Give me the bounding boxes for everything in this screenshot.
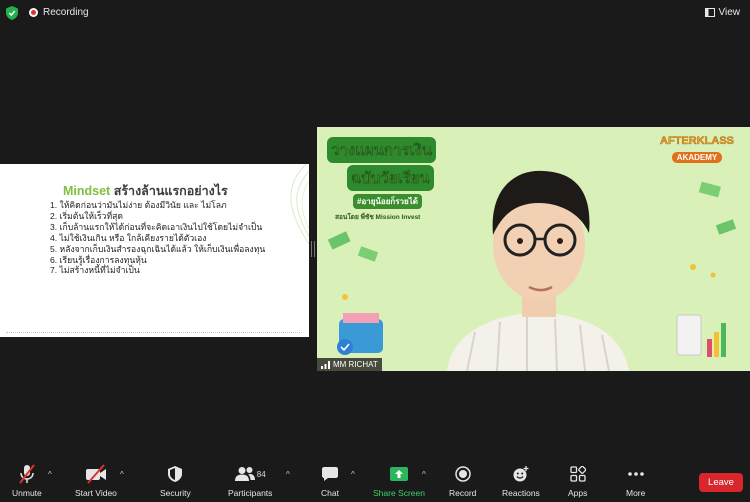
slide-title-th: สร้างล้านแรกอย่างไร <box>110 184 228 198</box>
apps-label: Apps <box>568 488 588 498</box>
participant-video[interactable]: วางแผนการเงิน ฉบับวัยเรียน #อายุน้อยก็รว… <box>317 127 750 371</box>
slide-title-en: Mindset <box>63 184 111 198</box>
logo-bottom-text: AKADEMY <box>671 152 723 163</box>
recording-label: Recording <box>43 7 89 18</box>
top-bar: Recording View <box>0 0 750 26</box>
slide-footer-line <box>6 332 302 333</box>
video-options-chevron-icon[interactable]: ^ <box>120 470 124 479</box>
record-label: Record <box>449 488 477 498</box>
list-item: 7. ไม่สร้างหนี้ที่ไม่จำเป็น <box>50 265 140 276</box>
camera-off-icon <box>85 464 107 484</box>
banner-line-2: ฉบับวัยเรียน <box>347 165 434 191</box>
banner-line-1: วางแผนการเงิน <box>327 137 437 163</box>
security-button[interactable]: Security <box>160 464 191 498</box>
start-video-button[interactable]: Start Video <box>75 464 117 498</box>
list-item: 4. ไม่ใช้เงินเกิน หรือ ใกล้เคียงรายได้ตั… <box>50 232 207 243</box>
event-banner: วางแผนการเงิน ฉบับวัยเรียน #อายุน้อยก็รว… <box>327 137 447 222</box>
meeting-toolbar: Unmute ^ Start Video ^ Security 84 Parti… <box>0 460 750 502</box>
signal-bars-icon <box>321 360 330 369</box>
participants-label: Participants <box>228 488 273 498</box>
chat-bubble-icon <box>321 464 338 484</box>
list-item: 6. เรียนรู้เรื่องการลงทุนหุ้น <box>50 254 147 265</box>
chat-label: Chat <box>321 488 339 498</box>
security-label: Security <box>160 488 191 498</box>
smiley-plus-icon <box>512 464 530 484</box>
participants-count: 84 <box>256 469 266 479</box>
more-button[interactable]: More <box>626 464 645 498</box>
security-shield-icon <box>168 464 183 484</box>
microphone-muted-icon <box>18 464 36 484</box>
list-item: 1. ให้คิดก่อนว่ามันไม่ง่าย ต้องมีวินัย แ… <box>50 200 227 210</box>
list-item: 2. เริ่มต้นให้เร็วที่สุด <box>50 210 123 221</box>
slide-title: Mindset สร้างล้านแรกอย่างไร <box>63 181 228 201</box>
unmute-label: Unmute <box>12 488 42 498</box>
chat-options-chevron-icon[interactable]: ^ <box>351 470 355 479</box>
start-video-label: Start Video <box>75 488 117 498</box>
view-button[interactable]: View <box>704 7 741 18</box>
chat-button[interactable]: Chat <box>321 464 339 498</box>
view-grid-icon <box>704 8 715 17</box>
split-resize-handle[interactable] <box>311 241 315 257</box>
leave-button[interactable]: Leave <box>699 473 743 492</box>
participant-name-tag: MM RICHAT <box>317 358 382 371</box>
banner-hashtag: #อายุน้อยก็รวยได้ <box>353 194 422 209</box>
participants-icon: 84 <box>234 464 266 484</box>
list-item: 5. หลังจากเก็บเงินสำรองฉุกเฉินได้แล้ว ให… <box>50 243 266 254</box>
apps-button[interactable]: Apps <box>568 464 587 498</box>
list-item: 3. เก็บล้านแรกให้ได้ก่อนที่จะคิดเอาเงินไ… <box>50 221 263 232</box>
more-label: More <box>626 488 646 498</box>
afterklass-logo: AFTERKLASS AKADEMY <box>660 135 734 165</box>
reactions-label: Reactions <box>502 488 540 498</box>
record-dot-icon <box>29 8 38 17</box>
banner-presenter: สอนโดย พี่ชัช Mission Invest <box>335 214 421 221</box>
participants-options-chevron-icon[interactable]: ^ <box>286 470 290 479</box>
recording-indicator[interactable]: Recording <box>29 7 89 18</box>
apps-grid-icon <box>570 464 586 484</box>
share-screen-button[interactable]: Share Screen <box>373 464 425 498</box>
slide-list: 1. ให้คิดก่อนว่ามันไม่ง่าย ต้องมีวินัย แ… <box>50 200 265 276</box>
shared-slide[interactable]: Mindset สร้างล้านแรกอย่างไร 1. ให้คิดก่อ… <box>0 164 309 337</box>
view-label: View <box>718 7 741 18</box>
share-screen-icon <box>389 464 408 484</box>
logo-top-text: AFTERKLASS <box>660 135 734 147</box>
participant-name: MM RICHAT <box>333 360 378 369</box>
record-icon <box>454 464 471 484</box>
audio-options-chevron-icon[interactable]: ^ <box>48 470 52 479</box>
reactions-button[interactable]: Reactions <box>502 464 540 498</box>
record-button[interactable]: Record <box>449 464 476 498</box>
more-dots-icon <box>627 464 645 484</box>
unmute-button[interactable]: Unmute <box>12 464 42 498</box>
encryption-shield-icon[interactable] <box>6 6 18 20</box>
share-options-chevron-icon[interactable]: ^ <box>422 470 426 479</box>
share-screen-label: Share Screen <box>373 488 425 498</box>
participants-button[interactable]: 84 Participants <box>228 464 272 498</box>
